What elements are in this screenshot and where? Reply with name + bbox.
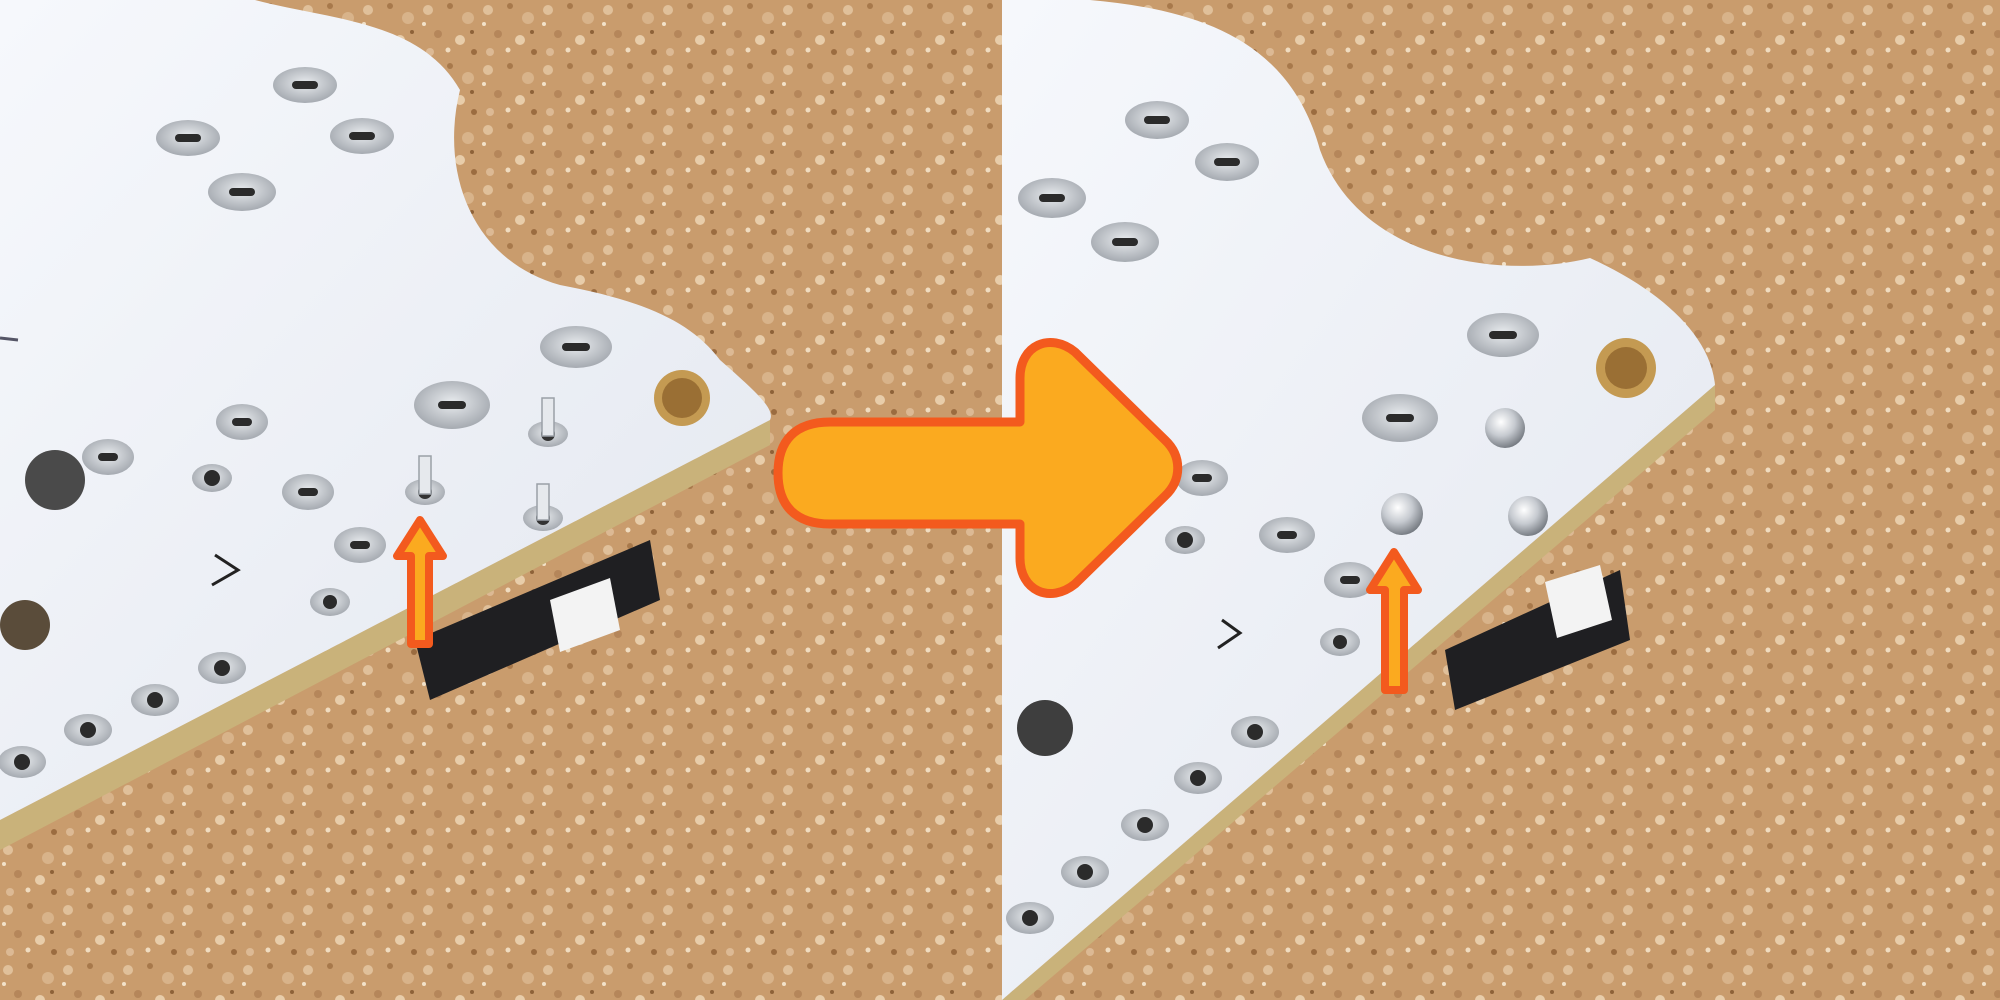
- photo-canvas: [0, 0, 2000, 1000]
- mounting-hole: [1017, 700, 1073, 756]
- comparison-photo: [0, 0, 2000, 1000]
- mounting-hole: [25, 450, 85, 510]
